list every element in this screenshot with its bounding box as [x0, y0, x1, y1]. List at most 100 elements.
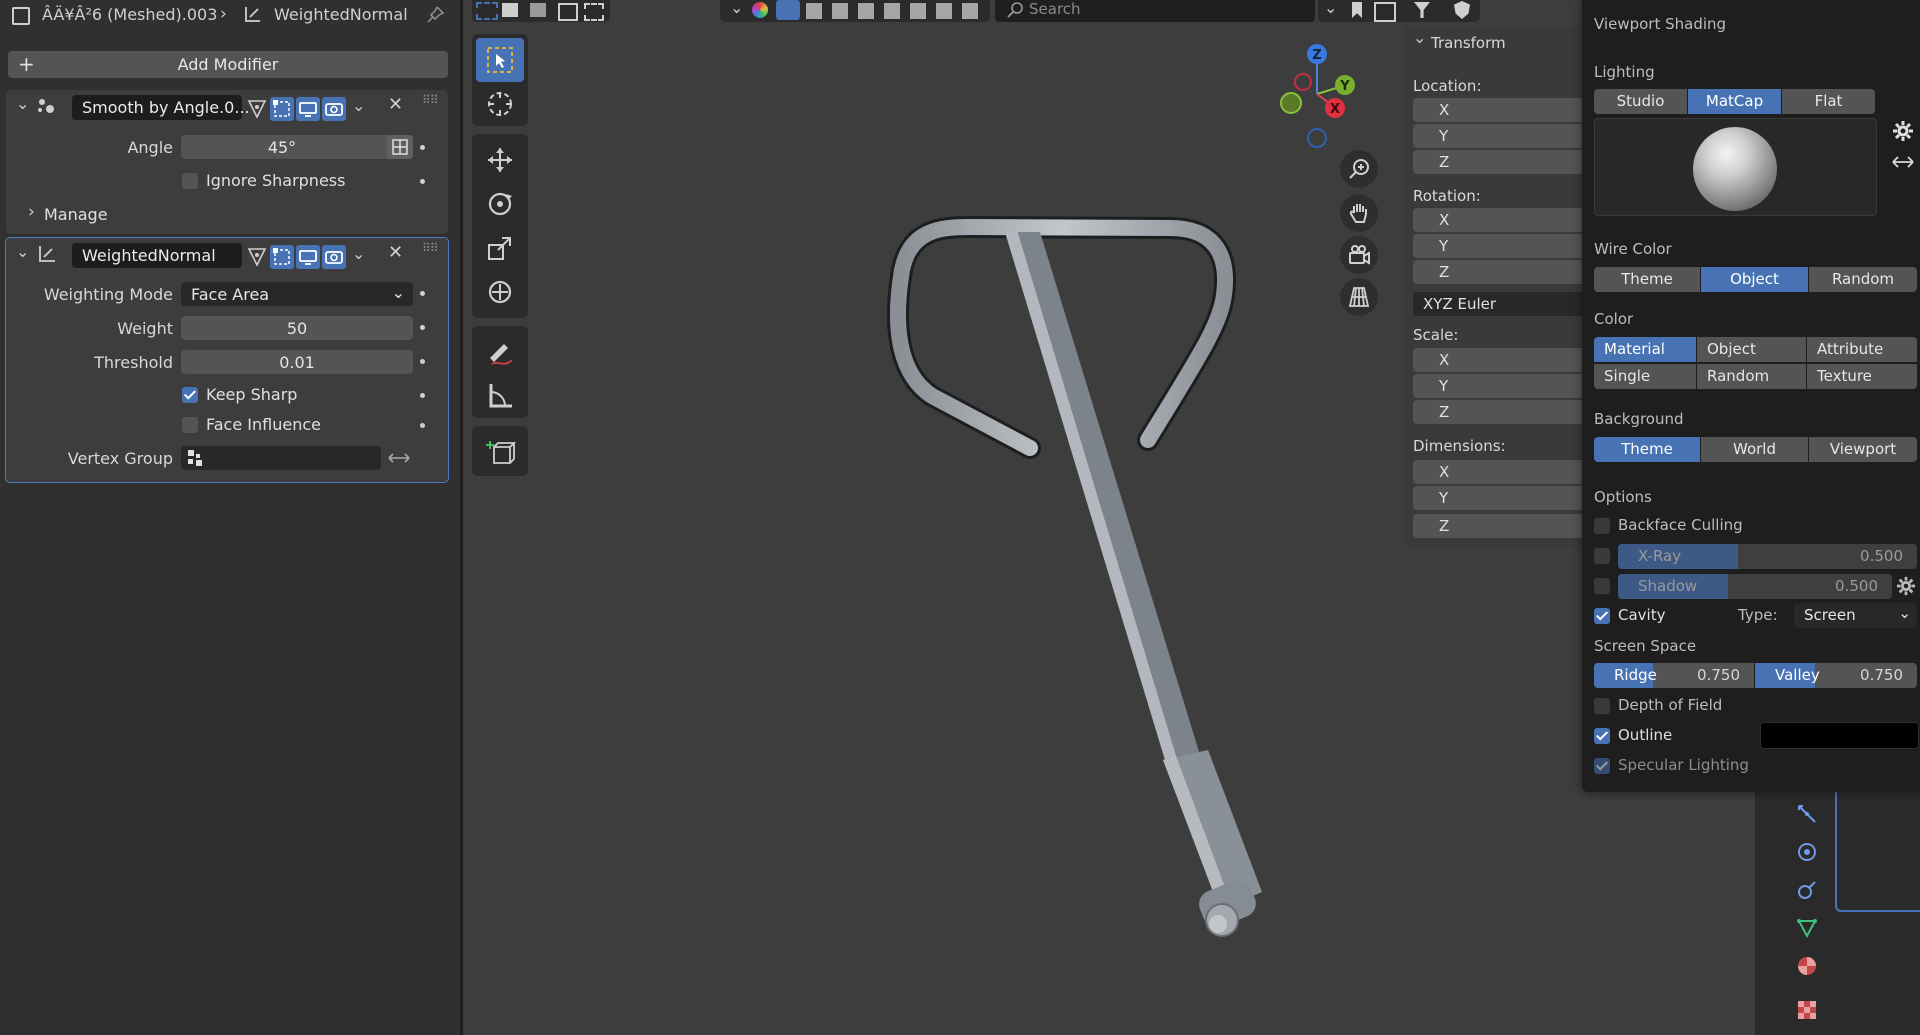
- scale-x-field[interactable]: X: [1413, 348, 1585, 372]
- breadcrumb-object[interactable]: ÂÄ¥Â²6 (Meshed).003: [42, 5, 217, 24]
- weighting-mode-dropdown[interactable]: Face Area ⌄: [181, 282, 413, 306]
- shadow-settings-gear-icon[interactable]: [1896, 576, 1916, 596]
- color-single-button[interactable]: Single: [1594, 364, 1696, 389]
- ridge-slider[interactable]: Ridge 0.750: [1594, 663, 1754, 688]
- select-invert-icon[interactable]: [558, 3, 578, 21]
- shadow-checkbox[interactable]: [1594, 578, 1610, 594]
- depth-of-field-checkbox[interactable]: [1594, 698, 1610, 714]
- xray-slider[interactable]: X-Ray 0.500: [1618, 544, 1917, 569]
- layout-icon[interactable]: [1374, 2, 1396, 22]
- edit-mode-cage-icon[interactable]: [246, 98, 268, 120]
- close-icon[interactable]: ✕: [388, 96, 403, 114]
- background-viewport-button[interactable]: Viewport: [1809, 437, 1917, 462]
- selection-mode-buttons[interactable]: [472, 0, 610, 22]
- camera-view-button[interactable]: [1340, 236, 1378, 274]
- threshold-field[interactable]: 0.01: [181, 350, 413, 374]
- rotate-tool[interactable]: [476, 182, 524, 226]
- gear-icon[interactable]: [1892, 120, 1914, 142]
- background-world-button[interactable]: World: [1701, 437, 1808, 462]
- object-constraint-tab-icon[interactable]: [1795, 878, 1819, 902]
- pin-icon[interactable]: [424, 4, 446, 26]
- animate-property-dot[interactable]: [420, 359, 425, 364]
- chevron-right-icon[interactable]: ›: [28, 204, 35, 221]
- select-intersect-icon[interactable]: [584, 3, 604, 21]
- animate-property-dot[interactable]: [420, 179, 425, 184]
- face-influence-checkbox[interactable]: [182, 417, 198, 433]
- data-tab-icon[interactable]: [1795, 916, 1819, 940]
- render-camera-toggle[interactable]: [322, 245, 346, 269]
- vertex-group-field[interactable]: [181, 446, 381, 470]
- perspective-grid-button[interactable]: [1340, 278, 1378, 316]
- modifier-name-field[interactable]: WeightedNormal: [72, 243, 242, 268]
- render-camera-toggle[interactable]: [322, 97, 346, 121]
- scale-y-field[interactable]: Y: [1413, 374, 1585, 398]
- dimensions-x-field[interactable]: X: [1413, 460, 1585, 484]
- shield-check-icon[interactable]: [1454, 1, 1470, 19]
- backface-culling-checkbox[interactable]: [1594, 518, 1610, 534]
- invert-arrows-icon[interactable]: [386, 448, 412, 468]
- outline-checkbox[interactable]: [1594, 728, 1610, 744]
- rotation-x-field[interactable]: X: [1413, 208, 1585, 232]
- animate-property-dot[interactable]: [420, 423, 425, 428]
- transform-tool[interactable]: [476, 270, 524, 314]
- drag-handle-icon[interactable]: ⠿⠿: [422, 242, 439, 254]
- dimensions-z-field[interactable]: Z: [1413, 514, 1585, 538]
- zoom-button[interactable]: [1340, 150, 1378, 188]
- header-right-tools[interactable]: ⌄: [1318, 0, 1480, 22]
- weight-field[interactable]: 50: [181, 316, 413, 340]
- viewport-3d-model-handle[interactable]: [880, 210, 1300, 970]
- cavity-checkbox[interactable]: [1594, 608, 1610, 624]
- wire-object-button[interactable]: Object: [1701, 267, 1808, 292]
- physics-tab-icon[interactable]: [1795, 840, 1819, 864]
- rotation-z-field[interactable]: Z: [1413, 260, 1585, 284]
- color-palette-icon[interactable]: [752, 2, 768, 18]
- chevron-down-icon[interactable]: ⌄: [1324, 0, 1337, 16]
- chevron-down-icon[interactable]: ⌄: [730, 0, 743, 16]
- breadcrumb-modifier[interactable]: WeightedNormal: [274, 5, 408, 24]
- location-y-field[interactable]: Y: [1413, 124, 1585, 148]
- navigation-gizmo[interactable]: Z Y X: [1255, 38, 1365, 148]
- flip-horizontal-icon[interactable]: [1890, 152, 1916, 172]
- keep-sharp-checkbox[interactable]: [182, 387, 198, 403]
- animate-property-dot[interactable]: [420, 393, 425, 398]
- lighting-studio-button[interactable]: Studio: [1594, 89, 1687, 114]
- filter-icon[interactable]: [1414, 2, 1430, 18]
- specular-lighting-checkbox[interactable]: [1594, 758, 1610, 774]
- animate-property-dot[interactable]: [420, 291, 425, 296]
- angle-field[interactable]: 45°: [181, 135, 413, 159]
- texture-tab-icon[interactable]: [1795, 998, 1819, 1022]
- edit-mode-toggle[interactable]: [270, 97, 294, 121]
- background-theme-button[interactable]: Theme: [1594, 437, 1700, 462]
- xray-checkbox[interactable]: [1594, 548, 1610, 564]
- color-random-button[interactable]: Random: [1697, 364, 1806, 389]
- select-box-icon[interactable]: [476, 2, 498, 20]
- matcap-preview[interactable]: [1594, 118, 1877, 216]
- transform-title[interactable]: Transform: [1431, 34, 1506, 52]
- animate-property-dot[interactable]: [420, 325, 425, 330]
- valley-slider[interactable]: Valley 0.750: [1755, 663, 1917, 688]
- annotate-tool[interactable]: [476, 330, 524, 374]
- select-box-tool[interactable]: [476, 38, 524, 82]
- pan-hand-button[interactable]: [1340, 194, 1378, 232]
- edit-mode-toggle[interactable]: [270, 245, 294, 269]
- select-subtract-icon[interactable]: [530, 3, 546, 17]
- scale-tool[interactable]: [476, 226, 524, 270]
- solid-mode-icon[interactable]: [776, 0, 800, 20]
- viewport-display-toggle[interactable]: [296, 245, 320, 269]
- animate-property-dot[interactable]: [420, 145, 425, 150]
- modifier-name-field[interactable]: Smooth by Angle.0...: [72, 95, 250, 120]
- wire-random-button[interactable]: Random: [1809, 267, 1917, 292]
- rotation-y-field[interactable]: Y: [1413, 234, 1585, 258]
- select-extend-icon[interactable]: [502, 3, 518, 17]
- dropdown-chevron-icon[interactable]: ⌄: [352, 246, 365, 262]
- scale-z-field[interactable]: Z: [1413, 400, 1585, 424]
- cavity-type-dropdown[interactable]: Screen ⌄: [1794, 603, 1917, 628]
- color-material-button[interactable]: Material: [1594, 337, 1696, 362]
- location-z-field[interactable]: Z: [1413, 150, 1585, 174]
- color-texture-button[interactable]: Texture: [1807, 364, 1917, 389]
- material-tab-icon[interactable]: [1795, 954, 1819, 978]
- search-field[interactable]: Search: [995, 0, 1315, 22]
- drag-handle-icon[interactable]: ⠿⠿: [422, 94, 439, 106]
- add-cube-tool[interactable]: [476, 429, 524, 473]
- dimensions-y-field[interactable]: Y: [1413, 486, 1585, 510]
